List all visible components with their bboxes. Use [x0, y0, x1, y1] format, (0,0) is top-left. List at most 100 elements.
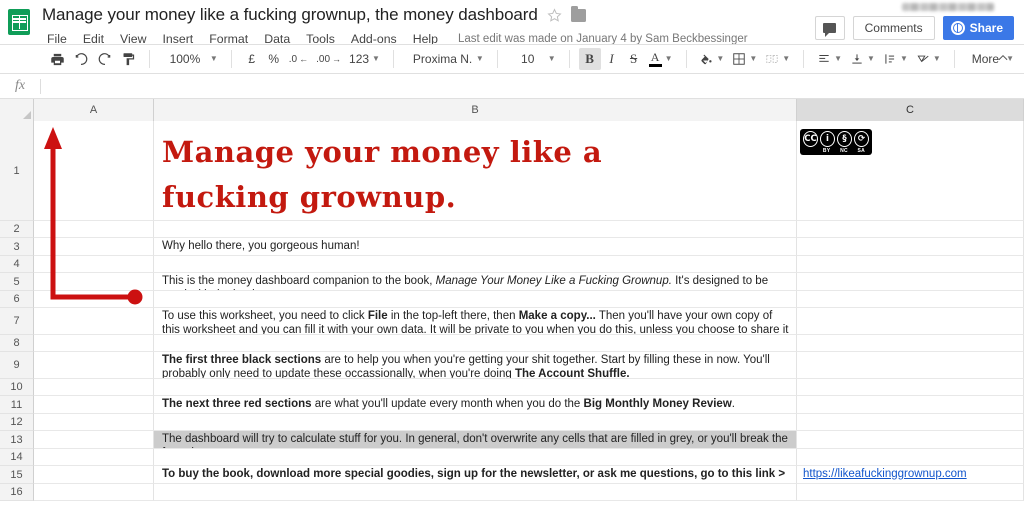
fill-color-button[interactable]: ▼ — [695, 48, 728, 70]
comment-icon-button[interactable] — [814, 16, 845, 40]
cell-a5[interactable] — [34, 273, 154, 291]
row-header[interactable]: 4 — [0, 256, 34, 273]
text-color-button[interactable]: A ▼ — [645, 48, 677, 70]
sheets-logo-icon[interactable] — [2, 0, 36, 44]
redo-icon[interactable] — [93, 48, 117, 70]
column-header-c[interactable]: C — [797, 99, 1024, 121]
cell-c12[interactable] — [797, 414, 1024, 431]
row-header[interactable]: 7 — [0, 308, 34, 335]
row-header[interactable]: 11 — [0, 396, 34, 414]
cell-a15[interactable] — [34, 466, 154, 484]
currency-format-button[interactable]: £ — [241, 48, 263, 70]
text-wrapping-button[interactable]: ▼ — [879, 48, 912, 70]
row-header[interactable]: 15 — [0, 466, 34, 484]
cell-b16[interactable] — [154, 484, 797, 501]
external-link[interactable]: https://likeafuckinggrownup.com — [803, 468, 967, 480]
cell-c6[interactable] — [797, 291, 1024, 308]
cell-b4[interactable] — [154, 256, 797, 273]
more-formats-button[interactable]: 123 ▼ — [345, 48, 384, 70]
zoom-selector[interactable]: 100% ▼ — [159, 48, 222, 70]
row-header[interactable]: 16 — [0, 484, 34, 501]
cell-c11[interactable] — [797, 396, 1024, 414]
page-title[interactable]: Manage your money like a fucking grownup… — [42, 5, 538, 25]
row-header[interactable]: 5 — [0, 273, 34, 291]
formula-input[interactable] — [41, 74, 1024, 98]
row-header[interactable]: 10 — [0, 379, 34, 396]
cell-b8[interactable] — [154, 335, 797, 352]
folder-icon[interactable] — [570, 5, 586, 22]
percent-format-button[interactable]: % — [263, 48, 285, 70]
select-all-corner[interactable] — [0, 99, 34, 121]
paint-format-icon[interactable] — [117, 48, 140, 70]
decrease-decimal-button[interactable]: .0 ← — [285, 48, 312, 70]
cell-a12[interactable] — [34, 414, 154, 431]
cell-a9[interactable] — [34, 352, 154, 379]
cell-a6[interactable] — [34, 291, 154, 308]
increase-decimal-button[interactable]: .00 → — [312, 48, 345, 70]
cell-b14[interactable] — [154, 449, 797, 466]
cell-a16[interactable] — [34, 484, 154, 501]
comments-button[interactable]: Comments — [852, 16, 935, 40]
cell-a2[interactable] — [34, 221, 154, 238]
cell-a7[interactable] — [34, 308, 154, 335]
cell-b1[interactable]: Manage your money like a fucking grownup… — [154, 121, 797, 221]
borders-button[interactable]: ▼ — [728, 48, 761, 70]
strikethrough-button[interactable]: S — [623, 48, 645, 70]
cell-b2[interactable] — [154, 221, 797, 238]
cell-a13[interactable] — [34, 431, 154, 449]
vertical-align-button[interactable]: ▼ — [846, 48, 879, 70]
cell-b5[interactable]: This is the money dashboard companion to… — [154, 273, 797, 291]
cell-c14[interactable] — [797, 449, 1024, 466]
cell-c9[interactable] — [797, 352, 1024, 379]
cell-c1[interactable]: CC i § ⟳ BY NC SA — [797, 121, 1024, 221]
row-header[interactable]: 8 — [0, 335, 34, 352]
row-header[interactable]: 13 — [0, 431, 34, 449]
cell-b10[interactable] — [154, 379, 797, 396]
star-icon[interactable] — [547, 7, 562, 23]
column-header-a[interactable]: A — [34, 99, 154, 121]
bold-button[interactable]: B — [578, 48, 601, 70]
cell-c13[interactable] — [797, 431, 1024, 449]
merge-cells-button[interactable]: ▼ — [761, 48, 794, 70]
row-header[interactable]: 6 — [0, 291, 34, 308]
cell-c4[interactable] — [797, 256, 1024, 273]
cell-b7[interactable]: To use this worksheet, you need to click… — [154, 308, 797, 335]
undo-icon[interactable] — [69, 48, 93, 70]
cell-c8[interactable] — [797, 335, 1024, 352]
font-size-selector[interactable]: 10 ▼ — [507, 48, 560, 70]
row-header[interactable]: 9 — [0, 352, 34, 379]
cell-c2[interactable] — [797, 221, 1024, 238]
collapse-toolbar-button[interactable] — [996, 51, 1010, 68]
cell-c7[interactable] — [797, 308, 1024, 335]
cell-b12[interactable] — [154, 414, 797, 431]
cell-a10[interactable] — [34, 379, 154, 396]
cell-c10[interactable] — [797, 379, 1024, 396]
cell-a4[interactable] — [34, 256, 154, 273]
cell-a14[interactable] — [34, 449, 154, 466]
print-icon[interactable] — [46, 48, 69, 70]
row-header[interactable]: 3 — [0, 238, 34, 256]
share-button[interactable]: Share — [942, 16, 1014, 40]
column-header-b[interactable]: B — [154, 99, 797, 121]
cell-b3[interactable]: Why hello there, you gorgeous human! — [154, 238, 797, 256]
cell-b11[interactable]: The next three red sections are what you… — [154, 396, 797, 414]
text-rotation-button[interactable]: ▼ — [912, 48, 945, 70]
italic-button[interactable]: I — [601, 48, 623, 70]
cell-c5[interactable] — [797, 273, 1024, 291]
row-header[interactable]: 14 — [0, 449, 34, 466]
cell-a3[interactable] — [34, 238, 154, 256]
account-email-blurred[interactable] — [902, 3, 994, 11]
horizontal-align-button[interactable]: ▼ — [813, 48, 846, 70]
row-header[interactable]: 12 — [0, 414, 34, 431]
cell-c16[interactable] — [797, 484, 1024, 501]
cell-a11[interactable] — [34, 396, 154, 414]
font-family-selector[interactable]: Proxima N... ▼ — [403, 48, 488, 70]
cell-b13[interactable]: The dashboard will try to calculate stuf… — [154, 431, 797, 449]
cell-b9[interactable]: The first three black sections are to he… — [154, 352, 797, 379]
row-header[interactable]: 1 — [0, 121, 34, 221]
cell-c3[interactable] — [797, 238, 1024, 256]
cell-b6[interactable] — [154, 291, 797, 308]
row-header[interactable]: 2 — [0, 221, 34, 238]
cell-a1[interactable] — [34, 121, 154, 221]
cell-c15[interactable]: https://likeafuckinggrownup.com — [797, 466, 1024, 484]
